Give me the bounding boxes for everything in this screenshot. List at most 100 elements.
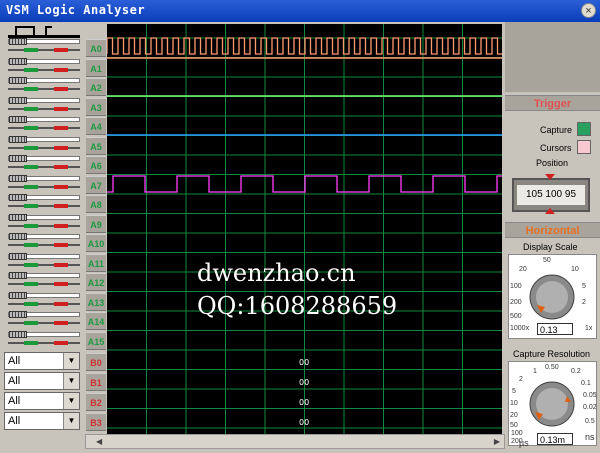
trigger-low-indicator[interactable] — [54, 126, 68, 130]
trigger-low-indicator[interactable] — [54, 301, 68, 306]
slider-handle-icon[interactable] — [9, 77, 27, 84]
trigger-high-indicator[interactable] — [24, 87, 38, 91]
trigger-high-indicator[interactable] — [24, 262, 38, 267]
channel-control-a12[interactable] — [6, 272, 82, 288]
cursors-toggle[interactable] — [577, 140, 591, 154]
capture-label: Capture — [540, 125, 573, 135]
chevron-down-icon[interactable]: ▼ — [63, 353, 79, 369]
channel-label-a5: A5 — [86, 136, 106, 155]
channel-control-a14[interactable] — [6, 311, 82, 327]
slider-handle-icon[interactable] — [9, 311, 27, 318]
bus-label-b3: B3 — [86, 413, 106, 431]
trigger-low-indicator[interactable] — [54, 223, 68, 228]
channel-control-a0[interactable] — [6, 38, 82, 54]
waveform-display[interactable]: dwenzhao.cn QQ:1608288659 00 00 00 00 — [107, 24, 502, 434]
slider-handle-icon[interactable] — [9, 135, 27, 143]
slider-handle-icon[interactable] — [9, 96, 27, 104]
slider-handle-icon[interactable] — [9, 252, 27, 260]
channel-control-a3[interactable] — [6, 96, 82, 113]
slider-handle-icon[interactable] — [9, 272, 27, 279]
chevron-down-icon[interactable]: ▼ — [63, 393, 79, 409]
channel-control-a10[interactable] — [6, 233, 82, 249]
trigger-high-indicator[interactable] — [24, 145, 38, 150]
slider-handle-icon[interactable] — [9, 38, 27, 45]
display-scale-value[interactable]: 0.13 — [537, 323, 573, 335]
trigger-low-indicator[interactable] — [54, 321, 68, 325]
cursors-label: Cursors — [540, 143, 572, 153]
trigger-high-indicator[interactable] — [24, 126, 38, 130]
trigger-low-indicator[interactable] — [54, 165, 68, 169]
channel-control-a2[interactable] — [6, 77, 82, 93]
channel-label-a2: A2 — [86, 78, 106, 96]
slider-handle-icon[interactable] — [9, 291, 27, 299]
trigger-high-indicator[interactable] — [24, 301, 38, 306]
cr-unit-us: µs — [519, 438, 529, 448]
position-dial[interactable]: 105 100 95 — [512, 178, 590, 212]
scroll-left-icon[interactable]: ◀ — [96, 435, 102, 448]
scroll-right-icon[interactable]: ▶ — [494, 435, 500, 448]
channel-control-a4[interactable] — [6, 116, 82, 132]
channel-control-a11[interactable] — [6, 252, 82, 269]
chevron-down-icon[interactable]: ▼ — [63, 413, 79, 429]
trigger-high-indicator[interactable] — [24, 106, 38, 111]
trigger-high-indicator[interactable] — [24, 223, 38, 228]
trigger-low-indicator[interactable] — [54, 184, 68, 189]
trigger-low-indicator[interactable] — [54, 282, 68, 286]
channel-labels: A0 A1 A2 A3 A4 A5 A6 A7 A8 A9 A10 A11 A12 A13 A14 A15 B0… — [86, 22, 106, 453]
cr-tick: 10 — [510, 400, 518, 407]
channel-bar — [8, 322, 80, 324]
bus-label-b2: B2 — [86, 393, 106, 411]
trigger-high-indicator[interactable] — [24, 204, 38, 208]
trigger-high-indicator[interactable] — [24, 282, 38, 286]
slider-handle-icon[interactable] — [9, 57, 27, 65]
trigger-high-indicator[interactable] — [24, 184, 38, 189]
channel-control-a9[interactable] — [6, 213, 82, 230]
slider-handle-icon[interactable] — [9, 233, 27, 240]
capture-resolution-value[interactable]: 0.13m — [537, 433, 573, 445]
trigger-low-indicator[interactable] — [54, 67, 68, 72]
trigger-low-indicator[interactable] — [54, 48, 68, 52]
trigger-low-indicator[interactable] — [54, 340, 68, 345]
channel-control-a8[interactable] — [6, 194, 82, 210]
chevron-down-icon[interactable]: ▼ — [63, 373, 79, 389]
trigger-low-indicator[interactable] — [54, 243, 68, 247]
channel-control-a7[interactable] — [6, 174, 82, 191]
slider-handle-icon[interactable] — [9, 194, 27, 201]
slider-handle-icon[interactable] — [9, 155, 27, 162]
cr-tick: 0.5 — [585, 418, 595, 425]
channel-control-a15[interactable] — [6, 330, 82, 347]
bus-select-b0[interactable]: All ▼ — [4, 352, 80, 370]
trigger-low-indicator[interactable] — [54, 106, 68, 111]
bus-select-value: All — [8, 415, 21, 427]
trigger-high-indicator[interactable] — [24, 165, 38, 169]
slider-handle-icon[interactable] — [9, 213, 27, 221]
trigger-high-indicator[interactable] — [24, 321, 38, 325]
trigger-high-indicator[interactable] — [24, 340, 38, 345]
position-label: Position — [536, 158, 569, 168]
trigger-low-indicator[interactable] — [54, 87, 68, 91]
channel-control-a6[interactable] — [6, 155, 82, 171]
bus-select-b3[interactable]: All ▼ — [4, 412, 80, 430]
channel-control-a5[interactable] — [6, 135, 82, 152]
pulse-logo-icon — [8, 26, 80, 38]
capture-toggle[interactable] — [577, 122, 591, 136]
channel-bar — [8, 146, 80, 149]
trigger-high-indicator[interactable] — [24, 243, 38, 247]
channel-label-a7: A7 — [86, 175, 106, 194]
channel-control-a1[interactable] — [6, 57, 82, 74]
waveform-a7 — [107, 175, 502, 193]
trigger-high-indicator[interactable] — [24, 67, 38, 72]
trigger-low-indicator[interactable] — [54, 204, 68, 208]
slider-handle-icon[interactable] — [9, 330, 27, 338]
bus-select-b1[interactable]: All ▼ — [4, 372, 80, 390]
channel-control-a13[interactable] — [6, 291, 82, 308]
trigger-high-indicator[interactable] — [24, 48, 38, 52]
window-title: VSM Logic Analyser — [6, 3, 146, 17]
trigger-low-indicator[interactable] — [54, 262, 68, 267]
bus-select-b2[interactable]: All ▼ — [4, 392, 80, 410]
trigger-low-indicator[interactable] — [54, 145, 68, 150]
close-button[interactable]: × — [581, 3, 596, 18]
slider-handle-icon[interactable] — [9, 174, 27, 182]
slider-handle-icon[interactable] — [9, 116, 27, 123]
horizontal-scrollbar[interactable]: ◀ ▶ — [85, 434, 505, 449]
